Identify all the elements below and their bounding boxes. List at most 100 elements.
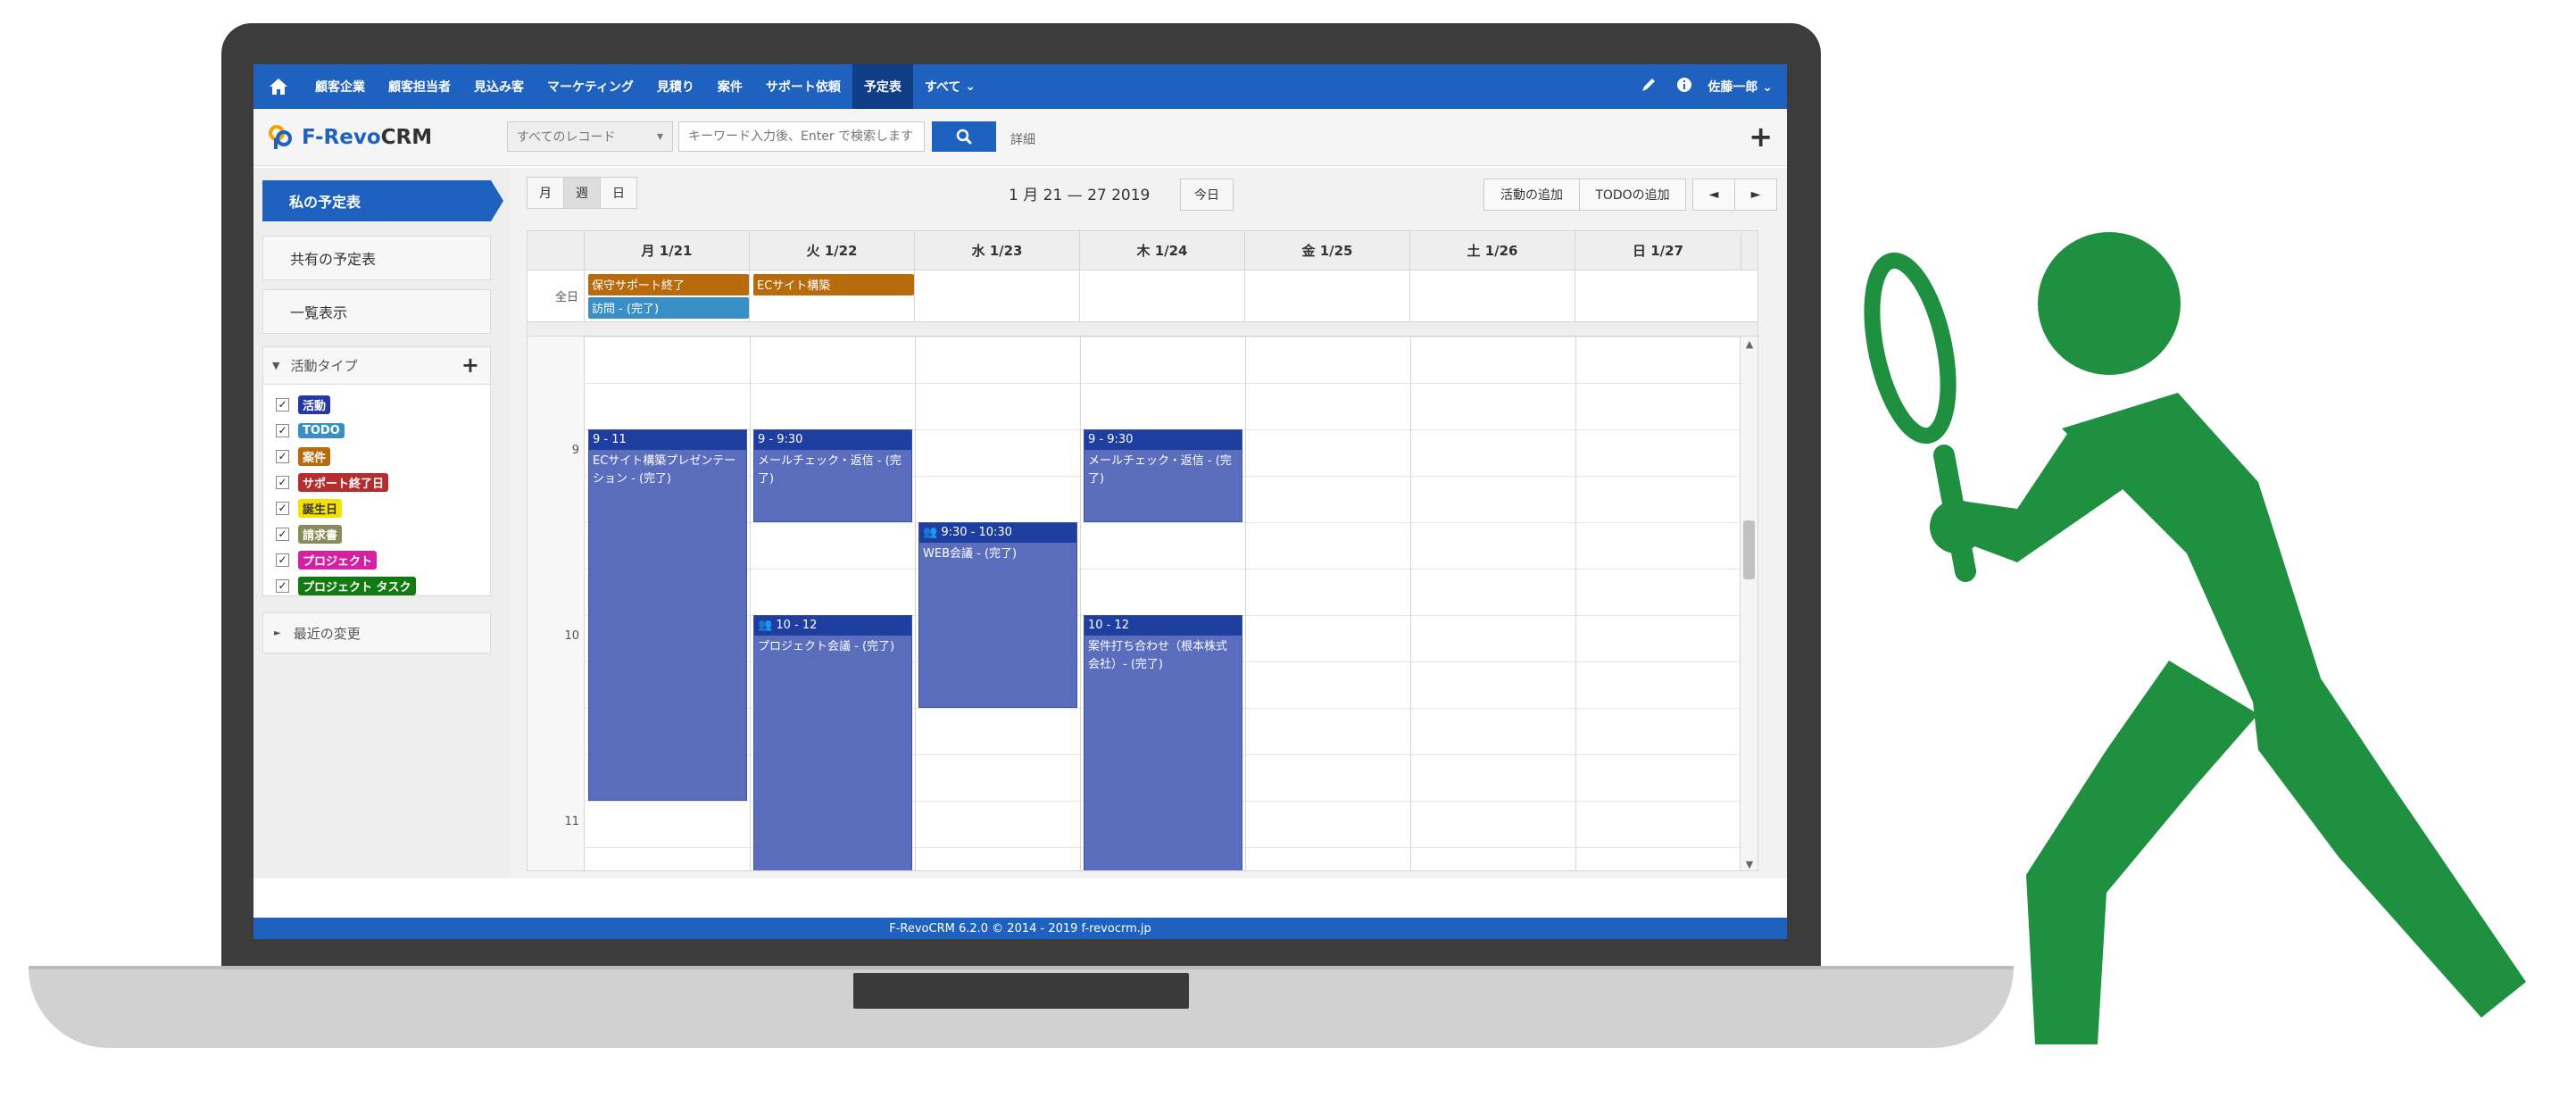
nav-marketing[interactable]: マーケティング [536, 64, 645, 109]
nav-calendar[interactable]: 予定表 [852, 64, 913, 109]
slot-line [585, 383, 1741, 384]
slot-line [585, 522, 1741, 523]
nav-quotes[interactable]: 見積り [645, 64, 706, 109]
event-title: WEB会議 - (完了) [923, 547, 1018, 561]
day-header[interactable]: 金 1/25 [1245, 231, 1410, 270]
sidebar-item-list-view[interactable]: 一覧表示 [262, 289, 491, 334]
sub-header: F-RevoCRM すべてのレコード ▾ 詳細 + [253, 109, 1787, 166]
search-button[interactable] [932, 121, 996, 152]
event-time: 9 - 9:30 [754, 430, 911, 450]
calendar-event[interactable]: 9 - 11 ECサイト構築プレゼンテーション - (完了) [588, 429, 747, 801]
pen-icon[interactable] [1631, 77, 1666, 97]
calendar-area: 月 週 日 1 月 21 — 27 2019 今日 活動の追加 TODOの追加 … [509, 168, 1787, 878]
list-item: ✓ 請求書 [276, 521, 490, 547]
plus-icon[interactable]: + [461, 353, 479, 378]
hour-label: 11 [564, 815, 579, 828]
person-silhouette [1864, 232, 2526, 1044]
scroll-thumb[interactable] [1743, 520, 1755, 579]
activity-type-checkbox[interactable]: ✓ [276, 553, 289, 567]
activity-type-checkbox[interactable]: ✓ [276, 476, 289, 489]
list-item: ✓ 案件 [276, 444, 490, 470]
allday-cell[interactable] [1245, 270, 1410, 322]
scroll-up-icon[interactable]: ▲ [1741, 338, 1757, 350]
allday-event[interactable]: ECサイト構築 [753, 274, 914, 295]
activity-type-checkbox[interactable]: ✓ [276, 424, 289, 437]
sidebar: 私の予定表 共有の予定表 一覧表示 ▼ 活動タイプ + ✓ 活動 ✓ TODO ✓ 案… [253, 168, 509, 878]
view-day-button[interactable]: 日 [600, 177, 637, 209]
app-logo[interactable]: F-RevoCRM [266, 121, 432, 154]
day-header[interactable]: 土 1/26 [1410, 231, 1575, 270]
calendar-event[interactable]: 9 - 9:30 メールチェック・返信 - (完了) [753, 429, 912, 522]
recent-changes-toggle[interactable]: ► 最近の変更 [262, 612, 491, 653]
calendar-event[interactable]: 9 - 9:30 メールチェック・返信 - (完了) [1084, 429, 1242, 522]
info-icon[interactable] [1666, 77, 1702, 97]
caret-right-icon: ► [274, 628, 281, 638]
activity-type-header[interactable]: ▼ 活動タイプ + [263, 347, 490, 385]
add-todo-button[interactable]: TODOの追加 [1579, 179, 1686, 211]
calendar-event[interactable]: 👥 10 - 12 プロジェクト会議 - (完了) [753, 615, 912, 870]
day-divider [750, 337, 751, 870]
prev-week-button[interactable]: ◄ [1692, 179, 1735, 211]
activity-type-checkbox[interactable]: ✓ [276, 398, 289, 412]
nav-support[interactable]: サポート依頼 [754, 64, 852, 109]
scroll-down-icon[interactable]: ▼ [1741, 859, 1757, 870]
event-title: メールチェック・返信 - (完了) [758, 454, 902, 486]
list-item: ✓ 誕生日 [276, 495, 490, 521]
day-divider [1410, 337, 1411, 870]
view-switcher: 月 週 日 [527, 177, 637, 209]
advanced-search-link[interactable]: 詳細 [1010, 130, 1035, 148]
top-navigation: 顧客企業 顧客担当者 見込み客 マーケティング 見積り 案件 サポート依頼 予定… [253, 64, 1787, 109]
next-week-button[interactable]: ► [1734, 179, 1777, 211]
event-time: 9 - 9:30 [1084, 430, 1242, 450]
user-menu-area: 佐藤一郎 ⌄ [1631, 64, 1787, 109]
day-header[interactable]: 火 1/22 [750, 231, 915, 270]
day-header[interactable]: 日 1/27 [1575, 231, 1741, 270]
day-divider [1080, 337, 1081, 870]
view-month-button[interactable]: 月 [527, 177, 564, 209]
nav-all[interactable]: すべて ⌄ [913, 64, 987, 109]
user-menu[interactable]: 佐藤一郎 ⌄ [1702, 78, 1787, 96]
logo-text: F-RevoCRM [302, 126, 432, 149]
day-header[interactable]: 月 1/21 [585, 231, 750, 270]
allday-cell[interactable] [1575, 270, 1757, 322]
today-button[interactable]: 今日 [1180, 179, 1234, 211]
scrollbar-header [1741, 231, 1757, 270]
day-header[interactable]: 木 1/24 [1080, 231, 1245, 270]
day-header[interactable]: 水 1/23 [915, 231, 1080, 270]
activity-type-title: 活動タイプ [290, 358, 358, 374]
sidebar-item-shared-calendar[interactable]: 共有の予定表 [262, 236, 491, 280]
allday-event[interactable]: 訪問 - (完了) [588, 297, 749, 319]
calendar-event[interactable]: 10 - 12 案件打ち合わせ（根本株式会社）- (完了) [1084, 615, 1242, 870]
activity-type-checkbox[interactable]: ✓ [276, 502, 289, 515]
home-icon[interactable] [253, 64, 303, 109]
activity-type-tag: TODO [298, 423, 345, 438]
nav-accounts[interactable]: 顧客企業 [303, 64, 377, 109]
allday-cell[interactable] [1080, 270, 1245, 322]
allday-event[interactable]: 保守サポート終了 [588, 274, 749, 295]
laptop-notch [853, 973, 1189, 1009]
plus-icon[interactable]: + [1749, 120, 1773, 154]
allday-cell[interactable] [915, 270, 1080, 322]
nav-opportunities[interactable]: 案件 [706, 64, 754, 109]
event-time-row: 👥 10 - 12 [754, 616, 911, 636]
grid-scrollbar[interactable]: ▲ ▼ [1740, 337, 1757, 870]
add-event-button[interactable]: 活動の追加 [1483, 179, 1580, 211]
nav-leads[interactable]: 見込み客 [462, 64, 536, 109]
allday-cell[interactable] [1410, 270, 1575, 322]
view-week-button[interactable]: 週 [563, 177, 601, 209]
list-item: ✓ プロジェクト [276, 547, 490, 573]
activity-type-tag: 案件 [298, 447, 331, 466]
activity-type-checkbox[interactable]: ✓ [276, 450, 289, 463]
nav-contacts[interactable]: 顧客担当者 [377, 64, 462, 109]
chevron-down-icon: ⌄ [1762, 80, 1773, 95]
calendar-actions: 活動の追加 TODOの追加 ◄ ► [1483, 179, 1777, 211]
day-divider [915, 337, 916, 870]
activity-type-checkbox[interactable]: ✓ [276, 528, 289, 541]
record-filter-select[interactable]: すべてのレコード ▾ [507, 121, 673, 152]
activity-type-checkbox[interactable]: ✓ [276, 579, 289, 593]
calendar-event[interactable]: 👥 9:30 - 10:30 WEB会議 - (完了) [918, 522, 1077, 708]
sidebar-item-my-calendar[interactable]: 私の予定表 [262, 180, 503, 221]
group-icon: 👥 [758, 619, 773, 632]
search-input[interactable] [678, 121, 925, 152]
record-filter-value: すべてのレコード [517, 130, 616, 145]
